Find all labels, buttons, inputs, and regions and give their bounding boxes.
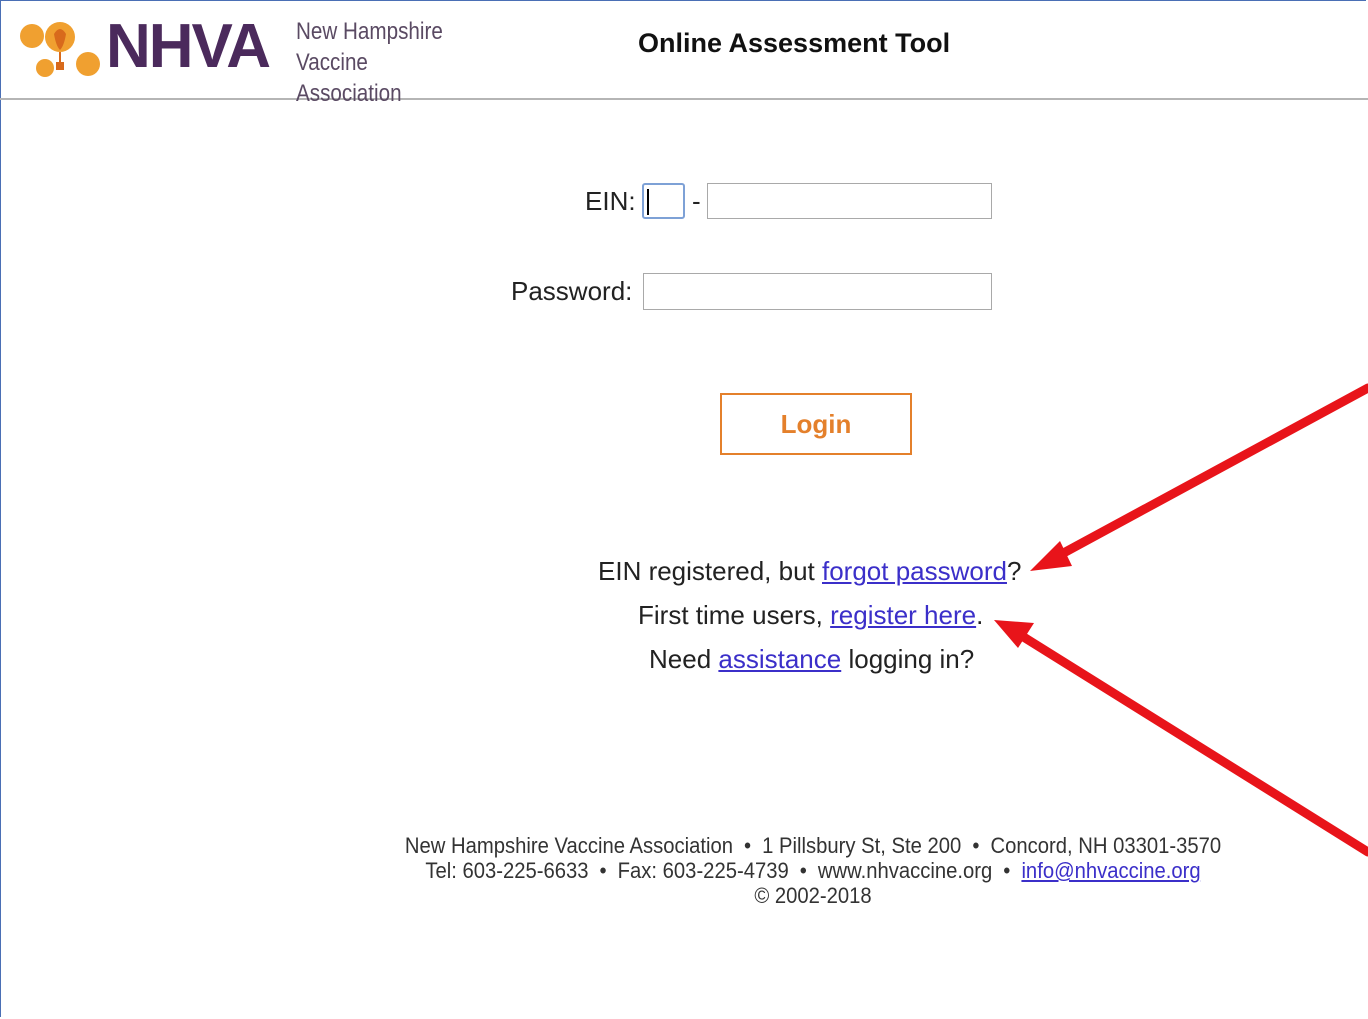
footer-city: Concord, NH 03301-3570 <box>990 833 1222 858</box>
password-label: Password: <box>511 276 633 306</box>
password-input[interactable] <box>643 273 992 310</box>
register-suffix: . <box>976 600 984 630</box>
footer-separator: • <box>1003 858 1011 883</box>
footer-contact-line: Tel: 603-225-6633 • Fax: 603-225-4739 • www.… <box>369 858 1258 883</box>
ein-separator: - <box>692 186 701 216</box>
logo-subtitle: New Hampshire Vaccine Association <box>296 16 470 109</box>
balloon-logo-icon <box>20 22 100 77</box>
ein-label: EIN: <box>585 186 636 216</box>
page-header: NHVA New Hampshire Vaccine Association O… <box>0 0 1368 107</box>
text-cursor <box>647 189 649 215</box>
footer-separator: • <box>599 858 607 883</box>
assistance-line: Need assistance logging in? <box>649 644 974 675</box>
nhva-logo[interactable]: NHVA New Hampshire Vaccine Association <box>18 12 498 107</box>
register-prefix: First time users, <box>638 600 831 630</box>
logo-wordmark: NHVA <box>106 12 271 81</box>
footer-email-link[interactable]: info@nhvaccine.org <box>1021 858 1200 883</box>
footer-address-line: New Hampshire Vaccine Association • 1 Pill… <box>369 833 1258 858</box>
register-here-link[interactable]: register here <box>830 600 976 630</box>
ein-suffix-input[interactable] <box>707 183 992 219</box>
footer-address: 1 Pillsbury St, Ste 200 <box>762 833 962 858</box>
logo-subtitle-line2: Vaccine Association <box>296 49 402 107</box>
footer-separator: • <box>744 833 752 858</box>
forgot-password-link[interactable]: forgot password <box>822 556 1007 586</box>
footer-tel: Tel: 603-225-6633 <box>425 858 589 883</box>
footer-fax: Fax: 603-225-4739 <box>617 858 789 883</box>
footer-separator: • <box>972 833 980 858</box>
assistance-link[interactable]: assistance <box>718 644 841 674</box>
forgot-password-prefix: EIN registered, but <box>598 556 822 586</box>
footer-separator: • <box>799 858 807 883</box>
assistance-prefix: Need <box>649 644 719 674</box>
login-button[interactable]: Login <box>720 393 912 455</box>
forgot-password-suffix: ? <box>1006 556 1022 586</box>
assistance-suffix: logging in? <box>841 644 975 674</box>
forgot-password-line: EIN registered, but forgot password? <box>598 556 1021 587</box>
footer-website: www.nhvaccine.org <box>817 858 993 883</box>
page-footer: New Hampshire Vaccine Association • 1 Pill… <box>369 833 1258 908</box>
page-title: Online Assessment Tool <box>638 28 951 58</box>
register-line: First time users, register here. <box>638 600 983 631</box>
footer-org-name: New Hampshire Vaccine Association <box>404 833 733 858</box>
footer-copyright: © 2002-2018 <box>754 883 872 908</box>
logo-subtitle-line1: New Hampshire <box>296 18 443 45</box>
